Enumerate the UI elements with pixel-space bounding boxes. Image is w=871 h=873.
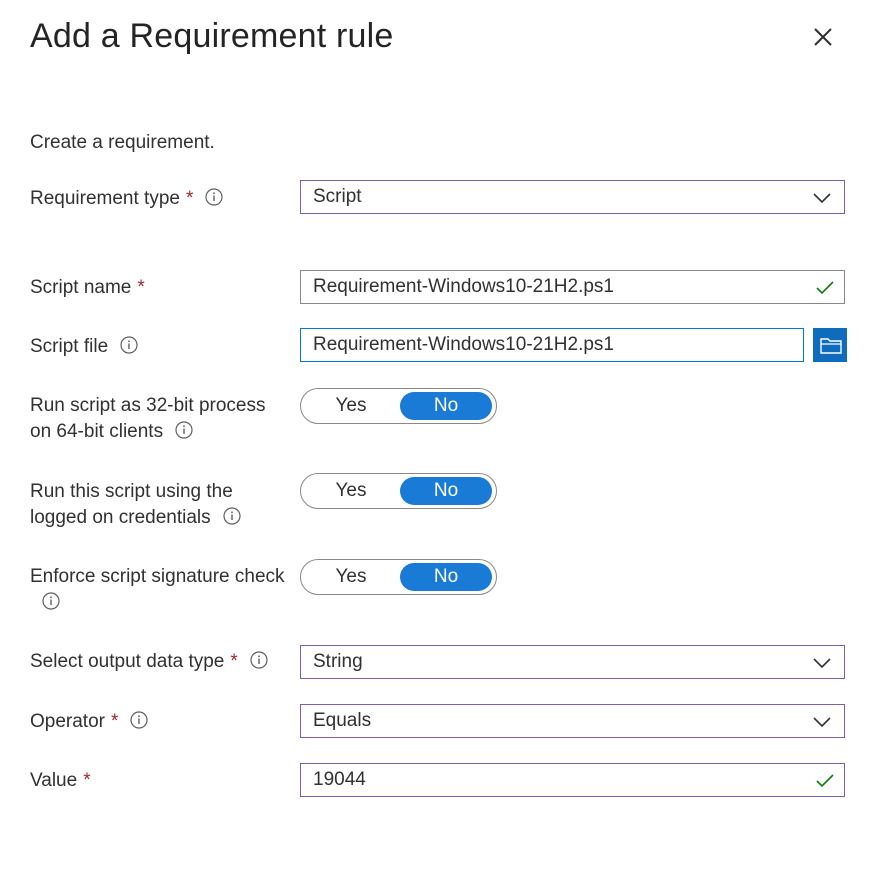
required-marker: * [185,188,194,209]
requirement-type-dropdown[interactable]: Script [300,180,845,214]
script-file-value: Requirement-Windows10-21H2.ps1 [313,334,614,355]
required-marker: * [110,711,119,732]
value-text: 19044 [313,769,366,790]
toggle-no-option[interactable]: No [400,563,492,591]
run-logged-on-label: Run this script using the logged on crede… [30,479,292,531]
intro-text: Create a requirement. [30,132,215,153]
output-type-dropdown[interactable]: String [300,645,845,679]
toggle-no-option[interactable]: No [400,477,492,505]
close-button[interactable] [808,22,838,52]
output-type-value: String [313,651,363,672]
operator-label: Operator * [30,709,292,735]
value-input[interactable]: 19044 [300,763,845,797]
toggle-yes-option[interactable]: Yes [305,392,397,420]
info-icon[interactable] [205,188,223,206]
value-label: Value * [30,770,91,791]
operator-value: Equals [313,710,372,731]
required-marker: * [230,651,238,672]
run-32bit-label: Run script as 32-bit process on 64-bit cl… [30,395,266,442]
toggle-yes-option[interactable]: Yes [305,563,397,591]
toggle-yes-option[interactable]: Yes [305,477,397,505]
info-icon[interactable] [223,507,241,525]
output-type-label: Select output data type * [30,649,295,675]
info-icon[interactable] [130,711,148,729]
browse-file-button[interactable] [813,328,847,362]
chevron-down-icon [813,658,831,669]
script-name-label: Script name * [30,277,145,298]
checkmark-icon [816,774,834,788]
chevron-down-icon [813,193,831,204]
required-marker: * [137,277,145,298]
enforce-signature-label: Enforce script signature check [30,564,300,616]
toggle-no-option[interactable]: No [400,392,492,420]
requirement-type-value: Script [313,186,362,207]
info-icon[interactable] [42,592,60,610]
enforce-signature-toggle[interactable]: Yes No [300,559,497,595]
script-name-input[interactable]: Requirement-Windows10-21H2.ps1 [300,270,845,304]
info-icon[interactable] [175,421,193,439]
info-icon[interactable] [120,336,138,354]
folder-icon [820,338,842,354]
info-icon[interactable] [250,651,268,669]
script-file-label: Script file [30,334,292,360]
chevron-down-icon [813,717,831,728]
script-name-value: Requirement-Windows10-21H2.ps1 [313,276,614,297]
required-marker: * [83,770,91,791]
run-32bit-toggle[interactable]: Yes No [300,388,497,424]
panel-title: Add a Requirement rule [30,17,394,55]
requirement-type-label: Requirement type * [30,186,292,212]
checkmark-icon [816,281,834,295]
run-logged-on-toggle[interactable]: Yes No [300,473,497,509]
script-file-input[interactable]: Requirement-Windows10-21H2.ps1 [300,328,804,362]
operator-dropdown[interactable]: Equals [300,704,845,738]
close-icon [814,28,832,46]
